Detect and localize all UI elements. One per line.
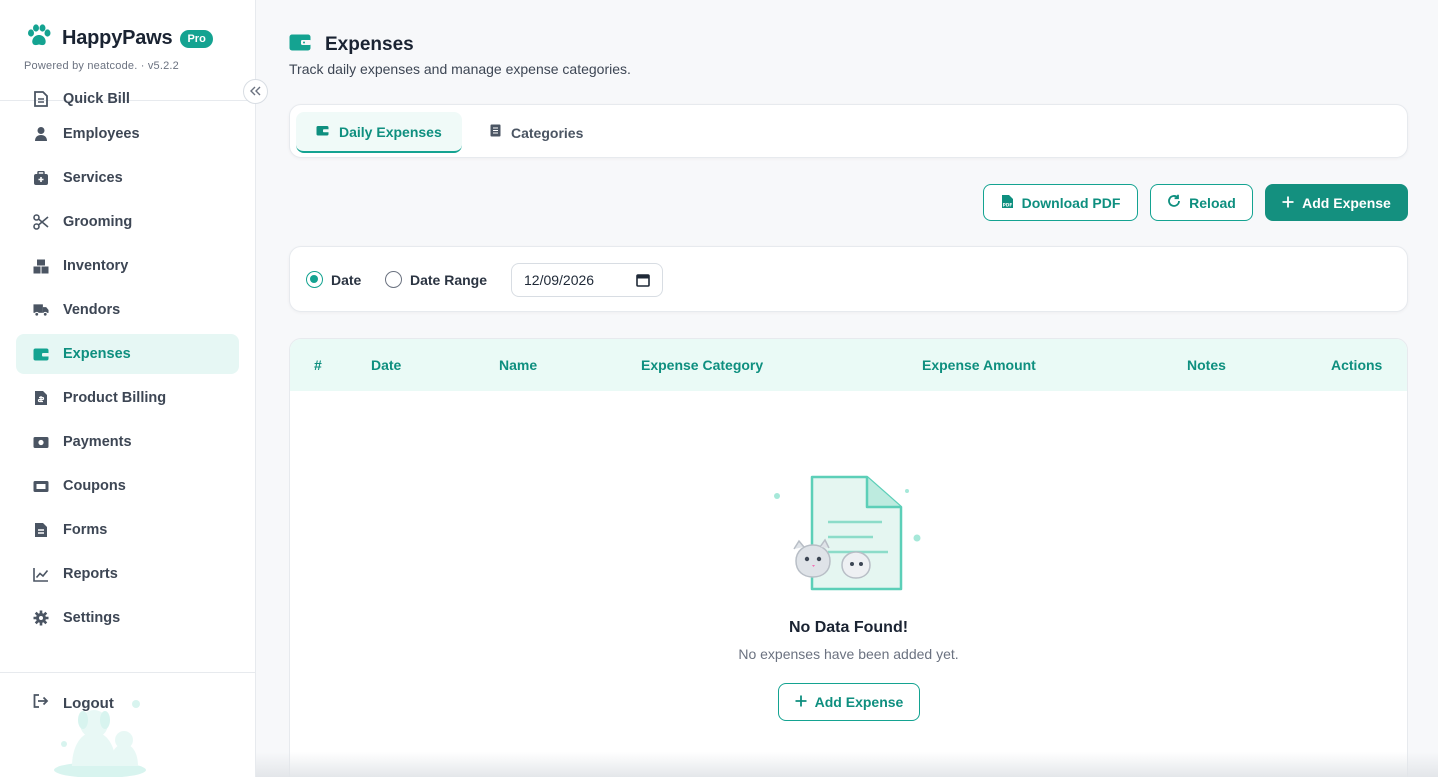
table-header: # Date Name Expense Category Expense Amo…: [290, 339, 1407, 391]
sidebar-item-product-billing[interactable]: Product Billing: [16, 378, 239, 418]
sidebar-nav: Quick Bill Employees Services Grooming I…: [16, 88, 239, 642]
sidebar-item-expenses[interactable]: Expenses: [16, 334, 239, 374]
date-range-radio[interactable]: Date Range: [385, 271, 487, 288]
sidebar-item-label: Vendors: [63, 302, 121, 318]
sidebar-item-settings[interactable]: Settings: [16, 598, 239, 638]
wallet-icon: [289, 33, 311, 56]
tab-categories[interactable]: Categories: [470, 112, 603, 153]
expenses-table: # Date Name Expense Category Expense Amo…: [289, 338, 1408, 777]
chevrons-left-icon: [250, 83, 261, 101]
ticket-icon: [33, 478, 49, 494]
logout-button[interactable]: Logout: [33, 694, 114, 713]
add-expense-button[interactable]: Add Expense: [1265, 184, 1408, 221]
sidebar-item-label: Services: [63, 170, 123, 186]
radio-circle: [385, 271, 402, 288]
column-header-date: Date: [371, 357, 402, 373]
radio-circle: [306, 271, 323, 288]
reload-label: Reload: [1189, 194, 1236, 211]
sidebar-item-label: Settings: [63, 610, 121, 626]
file-icon: [33, 91, 49, 107]
calendar-icon[interactable]: [636, 273, 650, 290]
column-header-expense-category: Expense Category: [641, 357, 764, 373]
invoice-icon: [33, 390, 49, 406]
sidebar-item-label: Coupons: [63, 478, 126, 494]
chart-line-icon: [33, 566, 49, 582]
sidebar-item-payments[interactable]: Payments: [16, 422, 239, 462]
date-value: 12/09/2026: [524, 272, 595, 288]
scissors-icon: [33, 214, 49, 230]
tabs-bar: Daily Expenses Categories: [289, 104, 1408, 158]
list-icon: [490, 124, 501, 142]
sidebar: HappyPaws Pro Powered by neatcode. · v5.…: [0, 0, 256, 777]
brand[interactable]: HappyPaws Pro: [26, 24, 213, 53]
sidebar-item-label: Inventory: [63, 258, 129, 274]
medkit-icon: [33, 170, 49, 186]
reload-button[interactable]: Reload: [1150, 184, 1253, 221]
page-title: Expenses: [325, 33, 414, 55]
empty-add-expense-label: Add Expense: [814, 694, 904, 710]
sidebar-item-reports[interactable]: Reports: [16, 554, 239, 594]
date-radio[interactable]: Date: [306, 271, 361, 288]
refresh-icon: [1167, 194, 1181, 211]
add-expense-label: Add Expense: [1302, 194, 1391, 211]
sidebar-item-coupons[interactable]: Coupons: [16, 466, 239, 506]
sidebar-item-label: Quick Bill: [63, 91, 130, 107]
column-header-expense-amount: Expense Amount: [922, 357, 1036, 373]
brand-name: HappyPaws: [62, 27, 173, 49]
form-icon: [33, 522, 49, 538]
sidebar-item-forms[interactable]: Forms: [16, 510, 239, 550]
page-header: Expenses: [289, 33, 414, 56]
bottom-shadow: [256, 752, 1438, 777]
plus-icon: [1282, 195, 1294, 211]
truck-icon: [33, 302, 49, 318]
date-filter: Date Date Range 12/09/2026: [289, 246, 1408, 312]
pdf-icon: PDF: [1001, 194, 1014, 212]
powered-by: Powered by neatcode. · v5.2.2: [24, 60, 180, 72]
column-header-actions: Actions: [1331, 357, 1383, 373]
svg-text:PDF: PDF: [1002, 202, 1012, 207]
sidebar-item-label: Product Billing: [63, 390, 167, 406]
empty-add-expense-button[interactable]: Add Expense: [778, 683, 920, 721]
sidebar-item-quick-bill[interactable]: Quick Bill: [16, 88, 239, 110]
date-radio-label: Date: [331, 271, 362, 288]
date-input[interactable]: 12/09/2026: [511, 263, 663, 297]
tab-daily-expenses[interactable]: Daily Expenses: [296, 112, 462, 153]
wallet-icon: [33, 346, 49, 362]
sidebar-item-label: Expenses: [63, 346, 131, 362]
date-range-radio-label: Date Range: [410, 271, 488, 288]
download-pdf-label: Download PDF: [1021, 194, 1121, 211]
empty-state-title: No Data Found!: [788, 619, 909, 636]
tab-label: Daily Expenses: [339, 123, 442, 140]
plus-icon: [795, 694, 807, 710]
sidebar-item-label: Grooming: [63, 214, 133, 230]
sidebar-item-label: Payments: [63, 434, 132, 450]
empty-state-subtitle: No expenses have been added yet.: [738, 646, 959, 662]
column-header-index: #: [314, 357, 322, 373]
sidebar-item-employees[interactable]: Employees: [16, 114, 239, 154]
sidebar-item-label: Reports: [63, 566, 118, 582]
boxes-icon: [33, 258, 49, 274]
sidebar-item-grooming[interactable]: Grooming: [16, 202, 239, 242]
tab-label: Categories: [511, 124, 584, 141]
pro-badge: Pro: [180, 29, 213, 48]
download-pdf-button[interactable]: PDF Download PDF: [983, 184, 1138, 221]
empty-document-icon: [770, 469, 925, 599]
logout-icon: [33, 694, 49, 713]
sidebar-item-services[interactable]: Services: [16, 158, 239, 198]
sidebar-item-label: Forms: [63, 522, 108, 538]
logout-label: Logout: [63, 695, 114, 712]
sidebar-item-inventory[interactable]: Inventory: [16, 246, 239, 286]
gear-icon: [33, 610, 49, 626]
collapse-sidebar-button[interactable]: [243, 79, 268, 104]
money-icon: [33, 434, 49, 450]
user-icon: [33, 126, 49, 142]
column-header-name: Name: [499, 357, 538, 373]
sidebar-item-vendors[interactable]: Vendors: [16, 290, 239, 330]
wallet-icon: [316, 123, 329, 141]
sidebar-divider: [0, 672, 256, 673]
page-subtitle: Track daily expenses and manage expense …: [289, 61, 631, 77]
column-header-notes: Notes: [1187, 357, 1226, 373]
sidebar-item-label: Employees: [63, 126, 140, 142]
paw-icon: [26, 24, 52, 53]
